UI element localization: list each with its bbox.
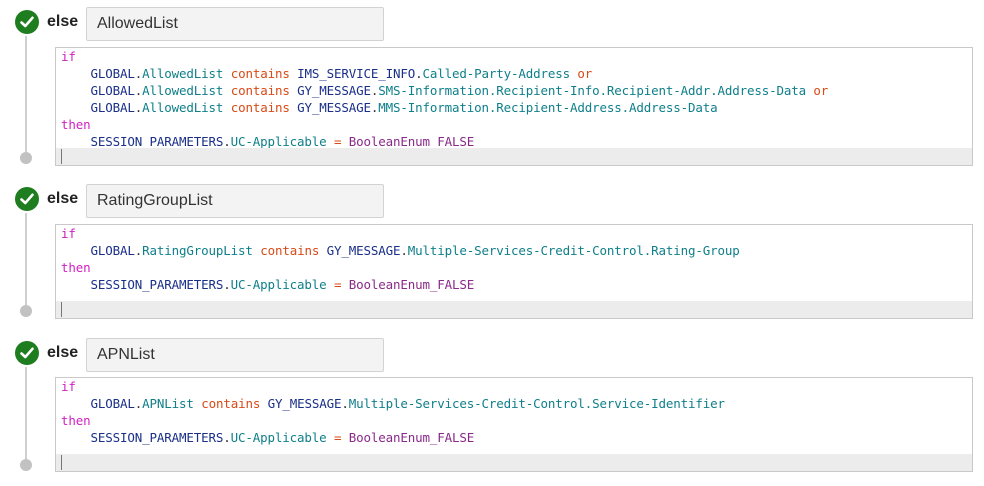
code-token: GY_MESSAGE — [267, 396, 342, 411]
code-token: GLOBAL — [90, 83, 135, 98]
timeline-line — [25, 367, 27, 465]
code-token: SESSION_PARAMETERS — [90, 134, 224, 149]
code-token: IMS_SERVICE_INFO — [297, 66, 416, 81]
code-token: Multiple-Services-Credit-Control.Service… — [348, 396, 725, 411]
active-line — [56, 301, 972, 318]
code-token: APNList — [142, 396, 194, 411]
code-token: if — [61, 226, 76, 241]
check-circle-icon — [15, 341, 39, 365]
check-circle-icon — [15, 10, 39, 34]
code-token: SESSION_PARAMETERS — [90, 430, 224, 445]
code-line: then — [61, 259, 972, 276]
code-token: = — [326, 277, 349, 292]
rule-code-editor[interactable]: if GLOBAL. RatingGroupList contains GY_ME… — [55, 224, 973, 319]
code-line: GLOBAL.AllowedList contains GY_MESSAGE.S… — [61, 82, 972, 99]
code-lines: if GLOBAL.APNList contains GY_MESSAGE.Mu… — [56, 378, 972, 446]
code-token: = — [326, 134, 349, 149]
code-lines: if GLOBAL.AllowedList contains IMS_SERVI… — [56, 48, 972, 150]
code-line: if — [61, 378, 972, 395]
code-line: if — [61, 225, 972, 242]
code-token: UC-Applicable — [230, 134, 327, 149]
code-token: or — [570, 66, 593, 81]
code-line: then — [61, 412, 972, 429]
code-token: contains — [252, 243, 327, 258]
code-token: SMS-Information.Recipient-Info.Recipient… — [378, 83, 807, 98]
dot-icon — [20, 152, 32, 164]
code-token: then — [61, 117, 91, 132]
code-token: Called-Party-Address — [422, 66, 570, 81]
code-token: or — [806, 83, 829, 98]
timeline-line — [25, 36, 27, 158]
code-token: Multiple-Services-Credit-Control.Rating-… — [407, 243, 740, 258]
code-token: if — [61, 379, 76, 394]
code-token: contains — [223, 100, 298, 115]
timeline-line — [25, 213, 27, 311]
code-token: . — [400, 243, 408, 258]
code-token: BooleanEnum_FALSE — [348, 134, 475, 149]
list-name-field[interactable]: RatingGroupList — [86, 184, 384, 218]
list-name-field[interactable]: APNList — [86, 338, 384, 372]
code-token: AllowedList — [142, 100, 224, 115]
text-caret — [61, 302, 62, 317]
rule-code-editor[interactable]: if GLOBAL.AllowedList contains IMS_SERVI… — [55, 47, 973, 166]
code-line: SESSION_PARAMETERS.UC-Applicable = Boole… — [61, 276, 972, 293]
code-token: BooleanEnum_FALSE — [348, 277, 475, 292]
code-token: AllowedList — [142, 83, 224, 98]
code-line: GLOBAL.AllowedList contains IMS_SERVICE_… — [61, 65, 972, 82]
code-token: MMS-Information.Recipient-Address.Addres… — [378, 100, 718, 115]
code-token: contains — [223, 83, 298, 98]
code-token: UC-Applicable — [230, 277, 327, 292]
active-line — [56, 454, 972, 471]
list-name-field[interactable]: AllowedList — [86, 7, 384, 41]
code-lines: if GLOBAL. RatingGroupList contains GY_ME… — [56, 225, 972, 293]
code-token: then — [61, 260, 91, 275]
text-caret — [61, 149, 62, 164]
active-line — [56, 148, 972, 165]
text-caret — [61, 455, 62, 470]
code-token: GY_MESSAGE — [326, 243, 401, 258]
code-token: GLOBAL — [90, 396, 135, 411]
code-token: UC-Applicable — [230, 430, 327, 445]
code-token: . — [341, 396, 349, 411]
code-token: GLOBAL — [90, 243, 135, 258]
code-token: contains — [223, 66, 298, 81]
code-line: GLOBAL.APNList contains GY_MESSAGE.Multi… — [61, 395, 972, 412]
else-keyword: else — [47, 13, 79, 30]
dot-icon — [20, 459, 32, 471]
code-token: if — [61, 49, 76, 64]
code-token: RatingGroupList — [142, 243, 253, 258]
code-token: = — [326, 430, 349, 445]
code-line: then — [61, 116, 972, 133]
else-keyword: else — [47, 190, 79, 207]
else-keyword: else — [47, 344, 79, 361]
code-token: GY_MESSAGE — [297, 83, 371, 98]
code-token: . — [223, 277, 231, 292]
code-token: contains — [193, 396, 268, 411]
code-line: if — [61, 48, 972, 65]
code-token: AllowedList — [142, 66, 224, 81]
code-token: . — [223, 134, 231, 149]
code-line: GLOBAL. RatingGroupList contains GY_MESSA… — [61, 242, 972, 259]
check-circle-icon — [15, 187, 39, 211]
code-token: . — [223, 430, 231, 445]
code-token: then — [61, 413, 91, 428]
code-token: SESSION_PARAMETERS — [90, 277, 224, 292]
rule-code-editor[interactable]: if GLOBAL.APNList contains GY_MESSAGE.Mu… — [55, 377, 973, 472]
code-token: GLOBAL — [90, 66, 135, 81]
code-token: BooleanEnum_FALSE — [348, 430, 475, 445]
code-token: GY_MESSAGE — [297, 100, 371, 115]
code-line: GLOBAL.AllowedList contains GY_MESSAGE.M… — [61, 99, 972, 116]
dot-icon — [20, 305, 32, 317]
code-line: SESSION_PARAMETERS.UC-Applicable = Boole… — [61, 429, 972, 446]
code-token: GLOBAL — [90, 100, 135, 115]
